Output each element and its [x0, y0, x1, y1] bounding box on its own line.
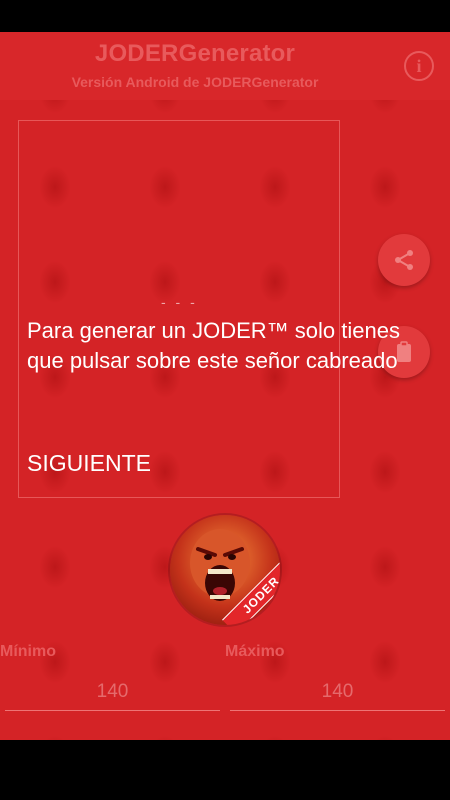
app-bar: JODERGenerator Versión Android de JODERG… — [0, 32, 450, 100]
app-title: JODERGenerator — [94, 40, 296, 67]
angry-man-generate-button[interactable]: JODER — [170, 515, 280, 625]
share-icon — [395, 250, 413, 270]
share-button[interactable] — [378, 234, 430, 286]
maximum-label: Máximo — [225, 643, 285, 660]
page-indicator: - - - — [161, 294, 198, 310]
minimum-label: Mínimo — [0, 643, 56, 660]
app-subtitle: Versión Android de JODERGenerator — [71, 74, 319, 90]
navigation-bar — [0, 740, 450, 800]
angry-face-icon — [190, 529, 250, 601]
info-icon[interactable]: i — [404, 51, 434, 81]
minimum-input[interactable]: 140 — [5, 676, 220, 711]
next-button[interactable]: SIGUIENTE — [27, 450, 151, 477]
maximum-input[interactable]: 140 — [230, 676, 445, 711]
tutorial-message: Para generar un JODER™ solo tienes que p… — [27, 318, 400, 373]
status-bar — [0, 0, 450, 32]
app-screen: JODERGenerator Versión Android de JODERG… — [0, 32, 450, 740]
